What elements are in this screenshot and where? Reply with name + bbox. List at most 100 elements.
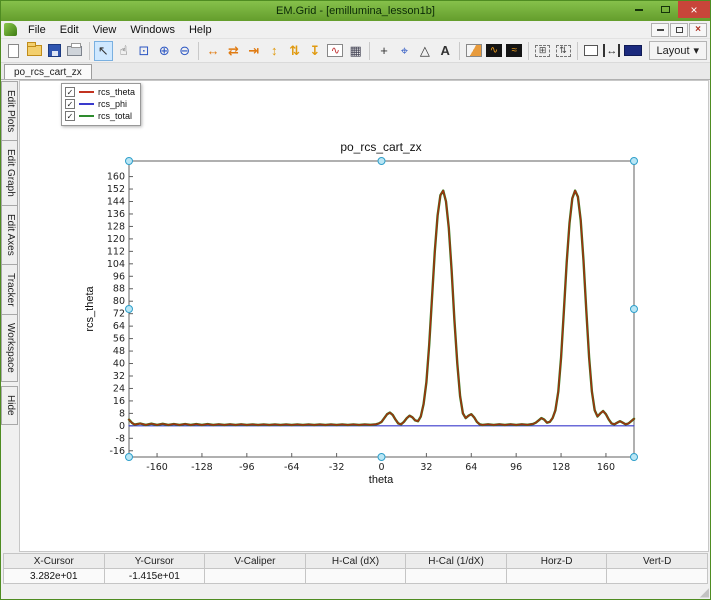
sine-icon: ∿	[327, 44, 343, 57]
plot-icon[interactable]: ∿	[326, 41, 345, 61]
delta-marker-icon[interactable]: △	[415, 41, 434, 61]
x-tick-label: 160	[597, 462, 615, 473]
resize-grip[interactable]: ◢	[700, 586, 709, 598]
toolbar-separator	[528, 42, 529, 60]
tab-po-rcs-cart-zx[interactable]: po_rcs_cart_zx	[4, 64, 92, 79]
h-caliper-icon[interactable]: ↔	[602, 41, 621, 61]
maximize-button[interactable]	[652, 1, 678, 18]
sidetab-edit-plots[interactable]: Edit Plots	[1, 81, 18, 141]
save-icon[interactable]	[45, 41, 64, 61]
approx-icon: ≈	[506, 44, 522, 57]
selection-handle[interactable]	[631, 454, 638, 461]
y-tick-label: 56	[113, 334, 125, 345]
zoom-in-icon[interactable]: ⊕	[155, 41, 174, 61]
menu-edit[interactable]: Edit	[53, 23, 86, 37]
close-button[interactable]: ×	[678, 1, 710, 18]
y-tick-label: 16	[113, 396, 125, 407]
status-header: Horz-D	[506, 554, 607, 569]
sidetab-tracker[interactable]: Tracker	[1, 264, 18, 316]
sidetab-edit-axes[interactable]: Edit Axes	[1, 205, 18, 265]
y-tick-label: 24	[113, 383, 125, 394]
status-bar: X-Cursor Y-Cursor V-Caliper H-Cal (dX) H…	[1, 552, 710, 584]
x-pan-icon[interactable]: ⇄	[224, 41, 243, 61]
equation-icon[interactable]: ≈	[505, 41, 524, 61]
mdi-close-button[interactable]: ×	[689, 23, 707, 37]
y-expand-icon[interactable]: ↕	[265, 41, 284, 61]
image-icon[interactable]	[464, 41, 483, 61]
dashed-arrows-icon: ⇅	[556, 45, 571, 57]
plot-area[interactable]	[129, 161, 634, 457]
legend: ✓ rcs_theta ✓ rcs_phi ✓ rcs_total	[61, 83, 141, 126]
chart[interactable]: po_rcs_cart_zx rcs_theta theta 160152144…	[79, 137, 691, 489]
dashed-box-icon: ⊞	[535, 45, 550, 57]
empty-box-icon	[584, 45, 598, 56]
pan-tool-icon[interactable]: ☝	[114, 41, 133, 61]
checkbox-rcs-total[interactable]: ✓	[65, 111, 75, 121]
floppy-icon	[48, 44, 61, 57]
crosshair-icon[interactable]: +	[374, 41, 393, 61]
tracker-icon[interactable]: ⌖	[395, 41, 414, 61]
mdi-restore-button[interactable]	[670, 23, 688, 37]
legend-label: rcs_total	[98, 111, 132, 121]
y-pan-icon[interactable]: ⇅	[285, 41, 304, 61]
checkbox-rcs-phi[interactable]: ✓	[65, 99, 75, 109]
print-icon[interactable]	[65, 41, 84, 61]
h-cal-1dx-value	[406, 569, 507, 584]
zoom-out-icon[interactable]: ⊖	[175, 41, 194, 61]
menu-file[interactable]: File	[21, 23, 53, 37]
x-expand-icon[interactable]: ↔	[203, 41, 222, 61]
grid-icon[interactable]: ▦	[346, 41, 365, 61]
new-file-icon[interactable]	[4, 41, 23, 61]
y-tick-label: 112	[107, 246, 125, 257]
open-file-icon[interactable]	[24, 41, 43, 61]
selection-handle[interactable]	[378, 454, 385, 461]
selection-handle[interactable]	[126, 306, 133, 313]
selection-handle[interactable]	[378, 158, 385, 165]
main-area: Edit Plots Edit Graph Edit Axes Tracker …	[1, 80, 710, 552]
y-end-icon[interactable]: ↧	[305, 41, 324, 61]
sidetab-edit-graph[interactable]: Edit Graph	[1, 140, 18, 206]
selection-handle[interactable]	[126, 158, 133, 165]
layout-button[interactable]: Layout ▾	[649, 41, 708, 60]
mdi-minimize-button[interactable]	[651, 23, 669, 37]
selection-handle[interactable]	[126, 454, 133, 461]
scale-region-icon[interactable]: ⇅	[553, 41, 572, 61]
x-end-icon[interactable]: ⇥	[244, 41, 263, 61]
x-tick-label: 32	[420, 462, 432, 473]
sidetab-workspace[interactable]: Workspace	[1, 314, 18, 382]
y-tick-label: 96	[113, 271, 125, 282]
zoom-window-icon[interactable]: ⊡	[134, 41, 153, 61]
plot-canvas[interactable]: ✓ rcs_theta ✓ rcs_phi ✓ rcs_total	[19, 80, 709, 552]
box-tool-icon[interactable]	[582, 41, 601, 61]
sidetab-hide[interactable]: Hide	[1, 386, 18, 425]
status-header: H-Cal (dX)	[305, 554, 406, 569]
selection-handle[interactable]	[631, 306, 638, 313]
text-tool-icon[interactable]: A	[436, 41, 455, 61]
x-tick-label: -32	[329, 462, 345, 473]
y-tick-label: 120	[107, 234, 125, 245]
menu-help[interactable]: Help	[182, 23, 219, 37]
toolbar-separator	[369, 42, 370, 60]
checkbox-rcs-theta[interactable]: ✓	[65, 87, 75, 97]
legend-label: rcs_theta	[98, 87, 135, 97]
y-tick-label: -8	[116, 433, 125, 444]
side-tabstrip: Edit Plots Edit Graph Edit Axes Tracker …	[1, 80, 19, 552]
toolbar-separator	[198, 42, 199, 60]
y-tick-label: 8	[119, 408, 125, 419]
menu-view[interactable]: View	[86, 23, 124, 37]
minimize-button[interactable]	[626, 1, 652, 18]
toolbar-separator	[459, 42, 460, 60]
select-region-icon[interactable]: ⊞	[533, 41, 552, 61]
menu-windows[interactable]: Windows	[123, 23, 182, 37]
x-tick-label: 0	[378, 462, 384, 473]
select-tool-icon[interactable]: ↖	[94, 41, 113, 61]
x-tick-label: -64	[284, 462, 300, 473]
y-tick-label: 144	[107, 197, 125, 208]
selection-handle[interactable]	[631, 158, 638, 165]
y-tick-label: 40	[113, 359, 125, 370]
waveform-icon[interactable]: ∿	[484, 41, 503, 61]
chart-title: po_rcs_cart_zx	[340, 140, 421, 154]
app-window: EM.Grid - [emillumina_lesson1b] × File E…	[0, 0, 711, 600]
dark-wave-icon: ∿	[486, 44, 502, 57]
line-color-swatch[interactable]	[623, 41, 643, 61]
